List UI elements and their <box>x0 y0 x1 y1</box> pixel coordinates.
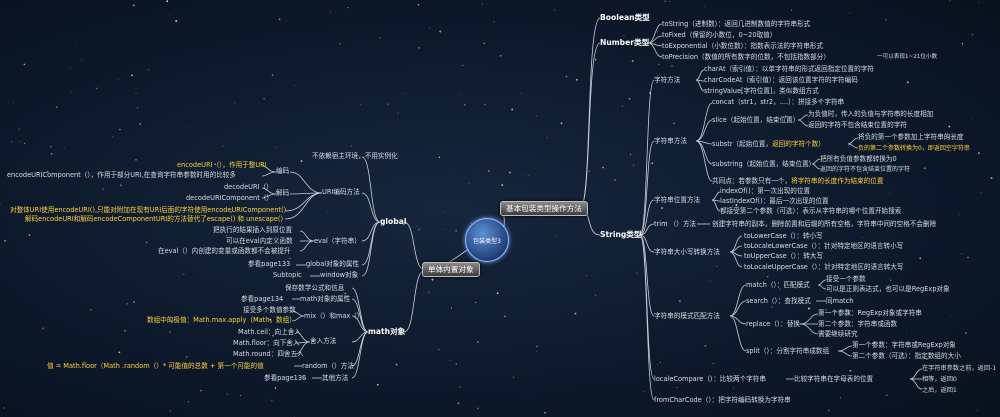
math-properties[interactable]: math对象的属性 <box>300 295 350 304</box>
math-floor: Math.floor：向下舍入 <box>233 339 300 347</box>
substr-method: substr（起始位置，返回的字符个数） <box>712 140 825 149</box>
eval-note-hoist: 在eval（）内创建的变量或函数都不会被提升 <box>158 247 291 255</box>
touppercase-method: toUpperCase（）：转大写 <box>744 252 823 260</box>
eval-note-inline: 把执行的结果插入到原位置 <box>213 226 293 234</box>
escape-note-1: 对整体URI使用encodeURI(),只能对附加在现有URI后面的字符使用en… <box>10 206 287 214</box>
global-object[interactable]: global <box>380 217 406 226</box>
number-type[interactable]: Number类型 <box>600 38 649 47</box>
replace-note-second: 第二个参数：字符串或函数 <box>818 320 898 328</box>
number-method-tostring: toString（进制数）：返回几进制数值的字符串形式 <box>662 20 811 28</box>
branch-basic-wrapper-methods[interactable]: 基本包装类型操作方法 <box>500 201 588 216</box>
random-formula: 值 = Math.floor（Math .random（）* 可能值的总数 + … <box>47 362 264 370</box>
replace-method: replace（）：替换 <box>746 320 801 328</box>
number-method-toexponential: toExponential（小数位数）：指数表示法的字符串形式 <box>662 42 823 50</box>
mind-map-canvas: 包装类型3 基本包装类型操作方法 单体内置对象 Boolean类型 Number… <box>0 0 1000 417</box>
localecompare-result-before: 在字符串参数之前，返回-1 <box>922 365 997 372</box>
precision-note: 一可以表现1~21位小数 <box>877 54 938 60</box>
global-properties[interactable]: global对象的属性 <box>306 260 359 269</box>
localecompare-description: 比较字符串在字母表的位置 <box>794 375 874 383</box>
window-subtopic: Subtopic <box>273 271 302 279</box>
string-ops[interactable]: 字符串方法 <box>654 137 687 146</box>
window-object[interactable]: window对象 <box>320 271 358 280</box>
number-method-tofixed: toFixed（保留的小数位，0~20取值） <box>662 31 777 39</box>
trim-method[interactable]: trim （）方法 <box>654 220 696 229</box>
substring-note-zero: 把所有负值参数都转换为0 <box>820 155 897 163</box>
other-methods[interactable]: 其他方法 <box>322 374 348 383</box>
substr-label: substr（起始位置， <box>712 140 773 148</box>
slice-method: slice（起始位置，结束位置） <box>712 116 800 124</box>
decodeuri-method: decodeURI（） <box>224 183 273 191</box>
split-note-first: 第一个参数：字符串或RegExp对象 <box>852 341 956 349</box>
random-method[interactable]: random（）方法 <box>302 362 354 371</box>
tolowercase-method: toLowerCase（）：转小写 <box>744 232 823 240</box>
match-note-regexp: 可以是正则表达式，也可以是RegExp对象 <box>826 285 950 293</box>
stringvalue-method: stringValue[字符位置]，类似数组方式 <box>704 87 819 95</box>
math-properties-ref: 参看page134 <box>241 295 284 303</box>
encodeuricomponent-method: encodeURIComponent（），作用于部分URI,在查询字符串参数时用… <box>7 171 236 179</box>
charat-method: charAt（索引值）：以单字符串的形式返回指定位置的字符 <box>704 65 874 73</box>
escape-note-2: 解码encodeURI和解码encodeComponentURI的方法替代了es… <box>25 215 284 223</box>
math-ceil: Math.ceil：向上舍入 <box>238 328 301 336</box>
replace-note-first: 第一个参数：RegExp对象或字符串 <box>818 309 922 317</box>
common-note-a: 共同点：若参数只有一个， <box>712 177 792 185</box>
slice-note-negative: 为负值时，传入的负值与字符串的长度相加 <box>808 110 934 118</box>
charcodeat-method: charCodeAt（索引值）：返回该位置字符的字符编码 <box>704 76 858 84</box>
common-note-b: 将字符串的长度作为结束的位置 <box>791 177 884 185</box>
encode-group: 编码 <box>276 167 290 175</box>
encodeuri-method: encodeURI（），作用于整URI <box>177 161 267 169</box>
rounding-methods[interactable]: 舍入方法 <box>310 337 336 346</box>
localecompare-result-after: 之后，返回1 <box>922 387 957 394</box>
position-methods[interactable]: 字符串位置方法 <box>654 196 700 205</box>
match-note-param: 接受一个参数 <box>826 275 866 283</box>
string-type[interactable]: String类型 <box>600 230 641 239</box>
split-method: split（）：分割字符串成数组 <box>746 347 830 355</box>
branch-builtin-objects[interactable]: 单体内置对象 <box>422 262 480 277</box>
uri-methods[interactable]: URI编码方法 <box>322 188 360 197</box>
eval-method[interactable]: eval（字符串） <box>314 237 361 246</box>
match-method: match（）：匹配模式 <box>746 281 810 289</box>
search-method: search（）：查找模式 <box>746 297 811 305</box>
math-round: Math.round：四舍五入 <box>233 350 304 358</box>
char-methods[interactable]: 字符方法 <box>654 76 680 85</box>
math-object[interactable]: math对象 <box>368 327 405 336</box>
root-label: 包装类型3 <box>473 237 501 245</box>
decode-group: 解码 <box>276 189 290 197</box>
position-note: 都接受第二个参数（可选）：表示从字符串的哪个位置开始搜索 <box>720 207 902 215</box>
split-note-second: 第二个参数（可选）：指定数组的大小 <box>852 352 961 360</box>
fromcharcode-method[interactable]: fromCharCode（）：把字符编码转换为字符串 <box>654 396 791 405</box>
boolean-type[interactable]: Boolean类型 <box>600 13 650 22</box>
substring-note-end: 返回的字符不包含结束位置的字符 <box>820 166 911 173</box>
global-properties-ref: 参看page133 <box>248 260 291 268</box>
root-node[interactable]: 包装类型3 <box>465 218 509 262</box>
concat-method: concat（str1，str2，....）：拼接多个字符串 <box>712 98 845 106</box>
substring-method: substring（起始位置，结束位置） <box>712 160 816 168</box>
number-method-toprecision: toPrecision（数值的所有数字的位数，不包括指数部分） <box>662 53 830 61</box>
case-methods[interactable]: 字符串大小写转换方法 <box>654 248 720 257</box>
common-note: 共同点：若参数只有一个，将字符串的长度作为结束的位置 <box>712 177 883 186</box>
math-description: 保存数学公式和信息 <box>285 284 345 292</box>
tolocalelowercase-method: toLocaleLowerCase（）：针对特定地区的语言转小写 <box>744 242 904 250</box>
substr-note-second: 负的第二个参数转换为0，即返回空字符串 <box>858 145 970 152</box>
slice-note-end: 返回的字符不包含结束位置的字符 <box>808 121 907 129</box>
pattern-methods[interactable]: 字符串的模式匹配方法 <box>654 312 720 321</box>
replace-note-research: 需要继续研究 <box>818 330 858 338</box>
other-methods-ref: 参看page136 <box>264 374 307 382</box>
global-description: 不依赖宿主环境，不用实例化 <box>312 152 398 160</box>
tolocaleuppercase-method: toLocaleUpperCase（）：针对特定地区的语言转大写 <box>744 263 904 271</box>
minmax-note-apply: 数组中的极值：Math.max.apply（Math，数组） <box>147 316 296 324</box>
minmax-methods[interactable]: mix（）和max（） <box>304 312 364 321</box>
localecompare-result-equal: 相等，返回0 <box>922 376 957 383</box>
trim-description: 创建字符串的副本，删除前置和后缀的所有空格，字符串中间的空格不会删除 <box>712 220 937 228</box>
eval-note-function: 可以在eval内定义函数 <box>226 237 293 245</box>
substr-note-first: 将负的第一个参数加上字符串的长度 <box>858 133 964 141</box>
minmax-note-params: 接受多个数值参数 <box>243 306 296 314</box>
decodeuricomponent-method: decodeURIComponent（） <box>186 194 273 202</box>
search-note: 同match <box>826 297 854 305</box>
lastindexof-method: lastIndexOf()：最后一次出现的位置 <box>720 197 829 205</box>
substr-count-label: 返回的字符个数） <box>772 140 825 148</box>
localecompare-method[interactable]: localeCompare（）：比较两个字符串 <box>654 375 766 384</box>
indexof-method: indexOf()：第一次出现的位置 <box>720 187 811 195</box>
